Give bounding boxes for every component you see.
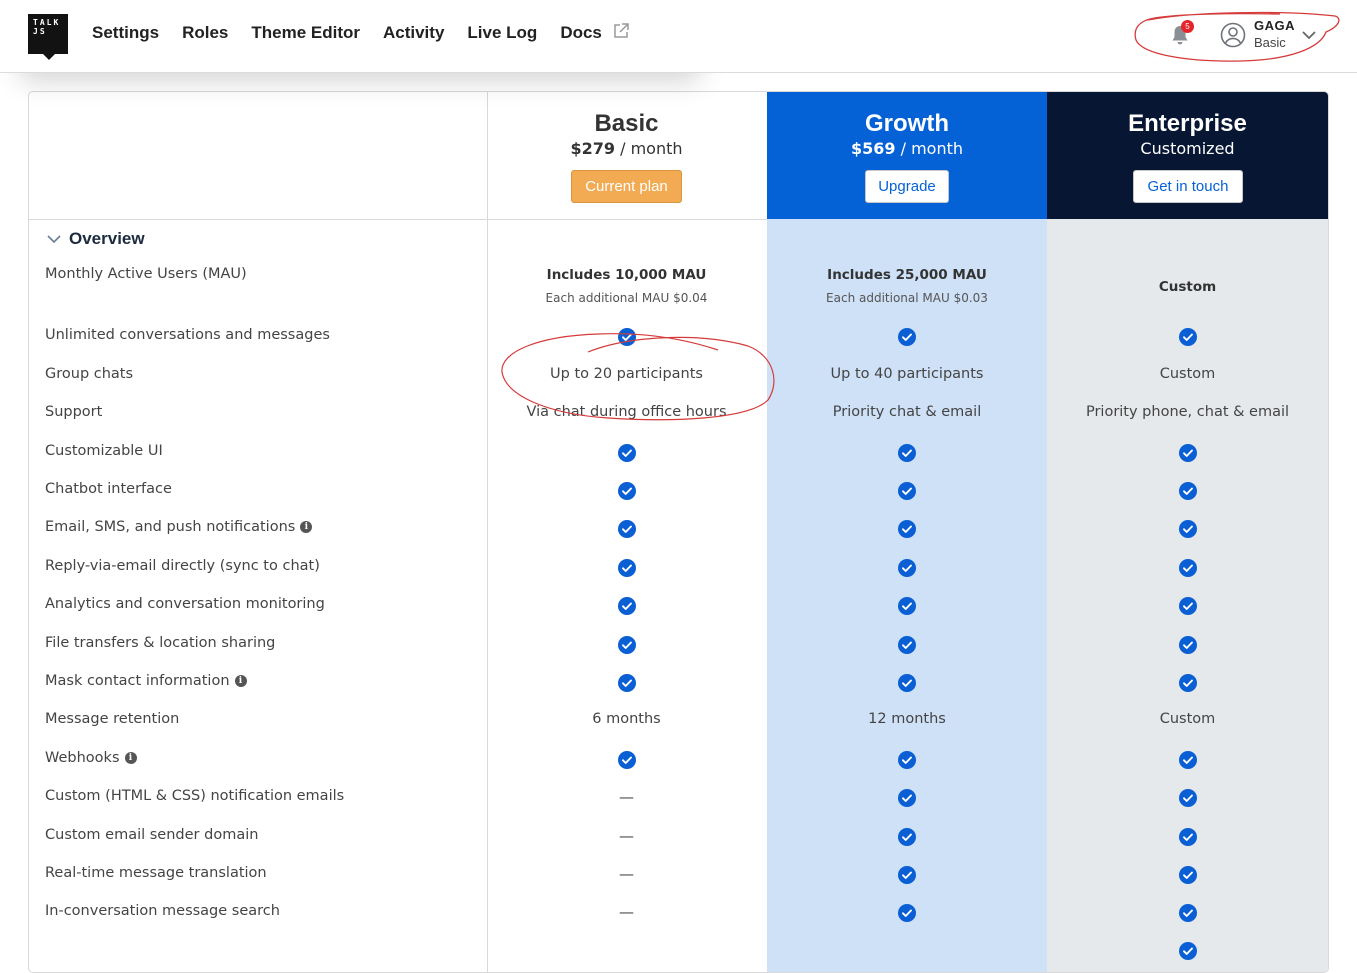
feature-label-mau: Monthly Active Users (MAU) xyxy=(45,266,247,282)
nav-settings[interactable]: Settings xyxy=(92,23,159,43)
logo-tail xyxy=(43,54,55,60)
feature-label-text: Custom (HTML & CSS) notification emails xyxy=(45,788,345,804)
feature-label: Support xyxy=(45,404,102,420)
logo-line-1: TALK xyxy=(33,18,61,27)
feature-label-text: Chatbot interface xyxy=(45,481,172,497)
info-icon[interactable]: i xyxy=(300,521,313,533)
overview-section-toggle[interactable]: Overview xyxy=(47,229,145,249)
feature-label: In-conversation message search xyxy=(45,903,280,919)
nav-theme-editor[interactable]: Theme Editor xyxy=(251,23,360,43)
feature-label: Webhooks i xyxy=(45,750,137,766)
feature-label: Customizable UI xyxy=(45,443,163,459)
feature-label: Chatbot interface xyxy=(45,481,172,497)
nav-activity[interactable]: Activity xyxy=(383,23,444,43)
feature-label: Reply-via-email directly (sync to chat) xyxy=(45,558,320,574)
user-plan: Basic xyxy=(1254,35,1286,50)
chevron-down-icon xyxy=(47,235,61,244)
feature-label-text: Real-time message translation xyxy=(45,865,267,881)
chevron-down-icon[interactable] xyxy=(1302,30,1316,40)
feature-label-text: File transfers & location sharing xyxy=(45,635,276,651)
feature-label-text: Custom email sender domain xyxy=(45,827,259,843)
feature-label: Message retention xyxy=(45,711,179,727)
nav-docs-label: Docs xyxy=(560,23,602,42)
external-link-icon xyxy=(613,23,629,38)
notification-count-badge: 5 xyxy=(1181,20,1194,33)
info-icon[interactable]: i xyxy=(124,752,137,764)
user-avatar-icon[interactable] xyxy=(1220,22,1246,48)
feature-label-text: Reply-via-email directly (sync to chat) xyxy=(45,558,320,574)
feature-label: Mask contact information i xyxy=(45,673,247,689)
feature-label: Custom (HTML & CSS) notification emails xyxy=(45,788,344,804)
user-name[interactable]: GAGA xyxy=(1254,18,1295,33)
feature-label-text: Support xyxy=(45,404,103,420)
feature-label-text: Monthly Active Users (MAU) xyxy=(45,266,247,282)
logo-line-2: JS xyxy=(33,27,47,36)
feature-label-text: In-conversation message search xyxy=(45,903,280,919)
feature-label-text: Analytics and conversation monitoring xyxy=(45,596,325,612)
main-nav: Settings Roles Theme Editor Activity Liv… xyxy=(92,23,629,43)
talkjs-logo[interactable]: TALK JS xyxy=(28,14,68,60)
pricing-table: Basic $279 / month Current plan Growth $… xyxy=(28,91,1329,973)
feature-label-text: Customizable UI xyxy=(45,443,163,459)
feature-label: Analytics and conversation monitoring xyxy=(45,596,325,612)
feature-label: Custom email sender domain xyxy=(45,827,258,843)
feature-label-text: Message retention xyxy=(45,711,180,727)
feature-label-text: Mask contact information xyxy=(45,673,230,689)
info-icon[interactable]: i xyxy=(234,675,247,687)
feature-label-text: Webhooks xyxy=(45,750,120,766)
nav-roles[interactable]: Roles xyxy=(182,23,228,43)
enterprise-feature-cell xyxy=(1047,92,1328,972)
feature-label: Real-time message translation xyxy=(45,865,267,881)
feature-label-text: Unlimited conversations and messages xyxy=(45,327,330,343)
basic-feature-cell xyxy=(487,92,766,972)
nav-live-log[interactable]: Live Log xyxy=(467,23,537,43)
feature-label-text: Email, SMS, and push notifications xyxy=(45,519,296,535)
feature-label: File transfers & location sharing xyxy=(45,635,275,651)
growth-feature-cell xyxy=(767,92,1047,972)
nav-docs[interactable]: Docs xyxy=(560,23,629,43)
feature-label: Group chats xyxy=(45,366,133,382)
feature-label: Email, SMS, and push notifications i xyxy=(45,519,313,535)
feature-label-text: Group chats xyxy=(45,366,134,382)
top-navigation: TALK JS Settings Roles Theme Editor Acti… xyxy=(0,0,1357,73)
feature-label: Unlimited conversations and messages xyxy=(45,327,330,343)
overview-section-title: Overview xyxy=(69,229,145,248)
